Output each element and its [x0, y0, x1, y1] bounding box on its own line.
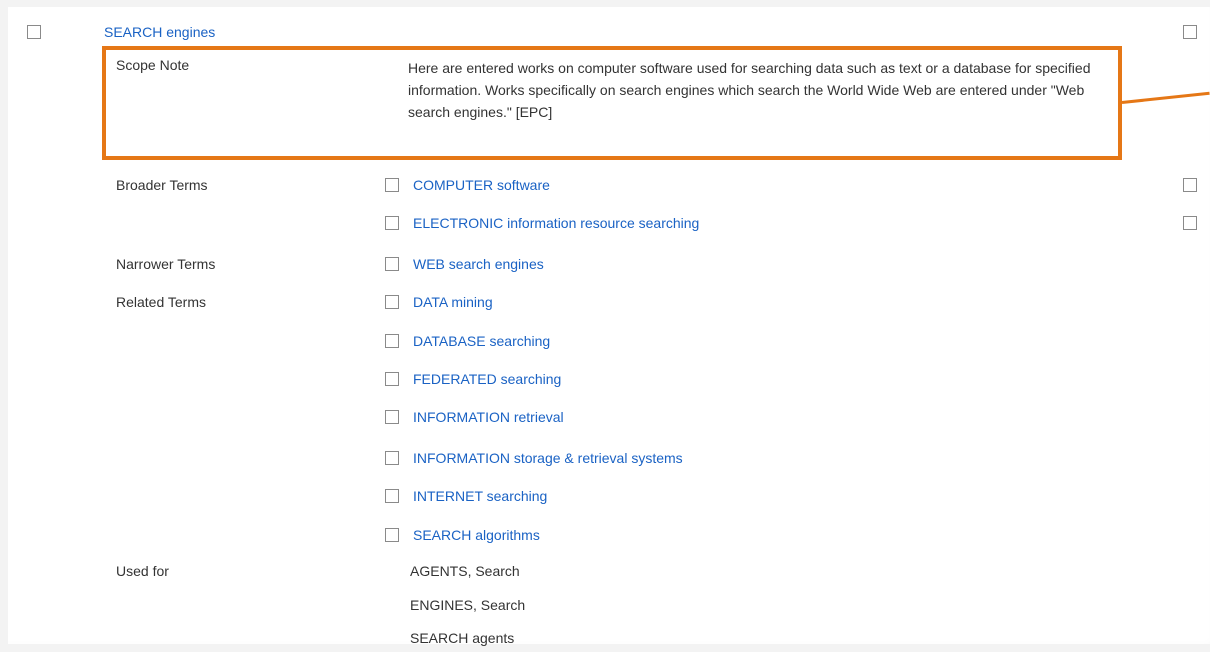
related-term-link[interactable]: DATABASE searching [413, 333, 550, 349]
related-term-checkbox[interactable] [385, 451, 399, 465]
broader-term-link[interactable]: ELECTRONIC information resource searchin… [413, 215, 699, 231]
frame-top-edge [0, 0, 1210, 7]
frame-left-edge [0, 0, 8, 652]
thesaurus-entry-panel: SEARCH engines Scope Note Here are enter… [0, 0, 1210, 652]
entry-explode-checkbox[interactable] [1183, 25, 1197, 39]
narrower-term-link[interactable]: WEB search engines [413, 256, 544, 272]
narrower-term-checkbox[interactable] [385, 257, 399, 271]
callout-line [1121, 91, 1210, 104]
used-for-term: AGENTS, Search [410, 563, 520, 579]
narrower-terms-label: Narrower Terms [116, 256, 216, 272]
related-term-link[interactable]: INTERNET searching [413, 488, 547, 504]
entry-heading-link[interactable]: SEARCH engines [104, 24, 215, 40]
broader-term-checkbox[interactable] [385, 216, 399, 230]
related-term-checkbox[interactable] [385, 528, 399, 542]
related-term-checkbox[interactable] [385, 295, 399, 309]
related-term-link[interactable]: INFORMATION storage & retrieval systems [413, 450, 683, 466]
related-term-link[interactable]: SEARCH algorithms [413, 527, 540, 543]
broader-term-explode-checkbox[interactable] [1183, 216, 1197, 230]
broader-term-explode-checkbox[interactable] [1183, 178, 1197, 192]
used-for-term: SEARCH agents [410, 630, 515, 646]
related-term-checkbox[interactable] [385, 410, 399, 424]
related-term-checkbox[interactable] [385, 372, 399, 386]
related-term-checkbox[interactable] [385, 489, 399, 503]
related-term-link[interactable]: FEDERATED searching [413, 371, 561, 387]
related-term-link[interactable]: DATA mining [413, 294, 493, 310]
broader-term-link[interactable]: COMPUTER software [413, 177, 550, 193]
frame-bottom-edge [0, 644, 1210, 652]
related-term-checkbox[interactable] [385, 334, 399, 348]
broader-terms-label: Broader Terms [116, 177, 208, 193]
scope-note-highlight-box [102, 46, 1122, 160]
related-term-link[interactable]: INFORMATION retrieval [413, 409, 564, 425]
broader-term-checkbox[interactable] [385, 178, 399, 192]
related-terms-label: Related Terms [116, 294, 207, 310]
entry-checkbox[interactable] [27, 25, 41, 39]
used-for-term: ENGINES, Search [410, 597, 526, 613]
used-for-label: Used for [116, 563, 169, 579]
